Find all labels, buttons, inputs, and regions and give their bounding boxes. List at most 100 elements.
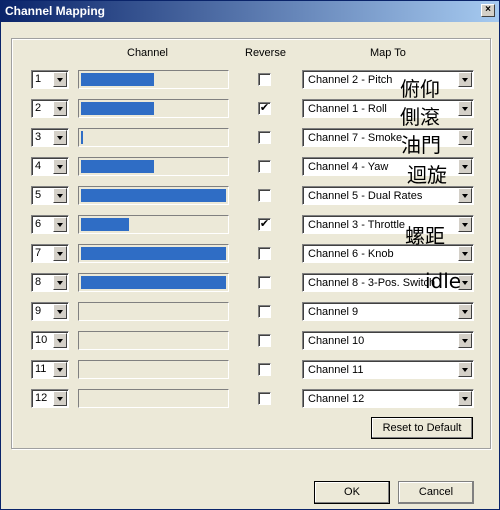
channel-level-fill — [81, 218, 129, 231]
chevron-down-icon[interactable] — [458, 72, 472, 87]
reset-to-default-button[interactable]: Reset to Default — [371, 417, 473, 439]
channel-level-fill — [81, 189, 226, 202]
map-to-select[interactable]: Channel 11 — [302, 360, 474, 379]
ok-button[interactable]: OK — [314, 481, 390, 504]
reverse-checkbox[interactable] — [258, 189, 271, 202]
channel-number-value: 8 — [35, 276, 42, 288]
map-to-select[interactable]: Channel 5 - Dual Rates — [302, 186, 474, 205]
channel-number-value: 3 — [35, 131, 42, 143]
channel-number-select[interactable]: 8 — [31, 273, 69, 292]
map-to-select[interactable]: Channel 1 - Roll — [302, 99, 474, 118]
window-title: Channel Mapping — [5, 4, 105, 18]
channel-level-bar — [78, 273, 229, 292]
channel-level-bar — [78, 128, 229, 147]
chevron-down-icon[interactable] — [53, 217, 67, 232]
chevron-down-icon[interactable] — [53, 72, 67, 87]
map-to-value: Channel 1 - Roll — [308, 103, 387, 115]
channel-number-select[interactable]: 7 — [31, 244, 69, 263]
channel-row: 5 Channel 5 - Dual Rates — [1, 185, 500, 207]
map-to-value: Channel 3 - Throttle — [308, 219, 406, 231]
map-to-value: Channel 8 - 3-Pos. Switch — [308, 277, 436, 289]
chevron-down-icon[interactable] — [458, 130, 472, 145]
chevron-down-icon[interactable] — [458, 362, 472, 377]
map-to-select[interactable]: Channel 4 - Yaw — [302, 157, 474, 176]
channel-level-bar — [78, 302, 229, 321]
channel-number-select[interactable]: 5 — [31, 186, 69, 205]
chevron-down-icon[interactable] — [53, 304, 67, 319]
chevron-down-icon[interactable] — [53, 246, 67, 261]
channel-number-select[interactable]: 12 — [31, 389, 69, 408]
channel-row: 12 Channel 12 — [1, 388, 500, 410]
channel-number-select[interactable]: 2 — [31, 99, 69, 118]
handwritten-annotation: 俯仰 — [400, 77, 440, 101]
chevron-down-icon[interactable] — [53, 101, 67, 116]
reverse-checkbox[interactable] — [258, 276, 271, 289]
channel-level-fill — [81, 160, 154, 173]
channel-level-bar — [78, 215, 229, 234]
reverse-checkbox[interactable] — [258, 131, 271, 144]
channel-number-select[interactable]: 3 — [31, 128, 69, 147]
map-to-select[interactable]: Channel 12 — [302, 389, 474, 408]
map-to-select[interactable]: Channel 2 - Pitch — [302, 70, 474, 89]
handwritten-annotation: 油門 — [401, 133, 441, 157]
reverse-checkbox[interactable] — [258, 305, 271, 318]
channel-number-select[interactable]: 10 — [31, 331, 69, 350]
map-to-select[interactable]: Channel 10 — [302, 331, 474, 350]
close-button[interactable]: × — [481, 4, 495, 17]
channel-level-bar — [78, 70, 229, 89]
reverse-checkbox[interactable] — [258, 392, 271, 405]
chevron-down-icon[interactable] — [458, 304, 472, 319]
reverse-checkbox[interactable] — [258, 73, 271, 86]
chevron-down-icon[interactable] — [458, 188, 472, 203]
map-to-select[interactable]: Channel 9 — [302, 302, 474, 321]
channel-level-bar — [78, 186, 229, 205]
map-to-value: Channel 12 — [308, 393, 365, 405]
reverse-checkbox[interactable] — [258, 160, 271, 173]
chevron-down-icon[interactable] — [458, 101, 472, 116]
channel-level-fill — [81, 131, 83, 144]
reverse-checkbox[interactable]: ✔ — [258, 102, 271, 115]
chevron-down-icon[interactable] — [53, 275, 67, 290]
channel-number-value: 6 — [35, 218, 42, 230]
chevron-down-icon[interactable] — [53, 333, 67, 348]
reverse-column-header: Reverse — [245, 47, 286, 59]
channel-number-select[interactable]: 11 — [31, 360, 69, 379]
reverse-checkbox[interactable] — [258, 334, 271, 347]
reverse-checkbox[interactable] — [258, 247, 271, 260]
chevron-down-icon[interactable] — [53, 362, 67, 377]
handwritten-annotation: idle — [425, 269, 462, 293]
title-bar: Channel Mapping × — [1, 1, 499, 22]
channel-level-fill — [81, 73, 154, 86]
reverse-checkbox[interactable] — [258, 363, 271, 376]
channel-number-select[interactable]: 4 — [31, 157, 69, 176]
chevron-down-icon[interactable] — [458, 217, 472, 232]
reverse-checkbox[interactable]: ✔ — [258, 218, 271, 231]
chevron-down-icon[interactable] — [458, 246, 472, 261]
cancel-button[interactable]: Cancel — [398, 481, 474, 504]
channel-number-select[interactable]: 1 — [31, 70, 69, 89]
chevron-down-icon[interactable] — [53, 159, 67, 174]
channel-level-bar — [78, 157, 229, 176]
map-to-select[interactable]: Channel 7 - Smoke — [302, 128, 474, 147]
channel-number-value: 2 — [35, 102, 42, 114]
map-to-value: Channel 10 — [308, 335, 365, 347]
chevron-down-icon[interactable] — [53, 391, 67, 406]
chevron-down-icon[interactable] — [458, 391, 472, 406]
chevron-down-icon[interactable] — [458, 333, 472, 348]
channel-mapping-dialog: Channel Mapping × Channel Reverse Map To… — [0, 0, 500, 510]
channel-number-value: 11 — [35, 363, 47, 375]
map-to-value: Channel 6 - Knob — [308, 248, 394, 260]
chevron-down-icon[interactable] — [458, 159, 472, 174]
map-to-select[interactable]: Channel 6 - Knob — [302, 244, 474, 263]
chevron-down-icon[interactable] — [53, 188, 67, 203]
map-to-column-header: Map To — [370, 47, 406, 59]
channel-number-value: 12 — [35, 392, 48, 404]
channel-level-bar — [78, 331, 229, 350]
channel-number-select[interactable]: 6 — [31, 215, 69, 234]
map-to-select[interactable]: Channel 3 - Throttle — [302, 215, 474, 234]
chevron-down-icon[interactable] — [53, 130, 67, 145]
channel-level-fill — [81, 247, 226, 260]
map-to-value: Channel 9 — [308, 306, 359, 318]
channel-number-select[interactable]: 9 — [31, 302, 69, 321]
map-to-value: Channel 4 - Yaw — [308, 161, 389, 173]
